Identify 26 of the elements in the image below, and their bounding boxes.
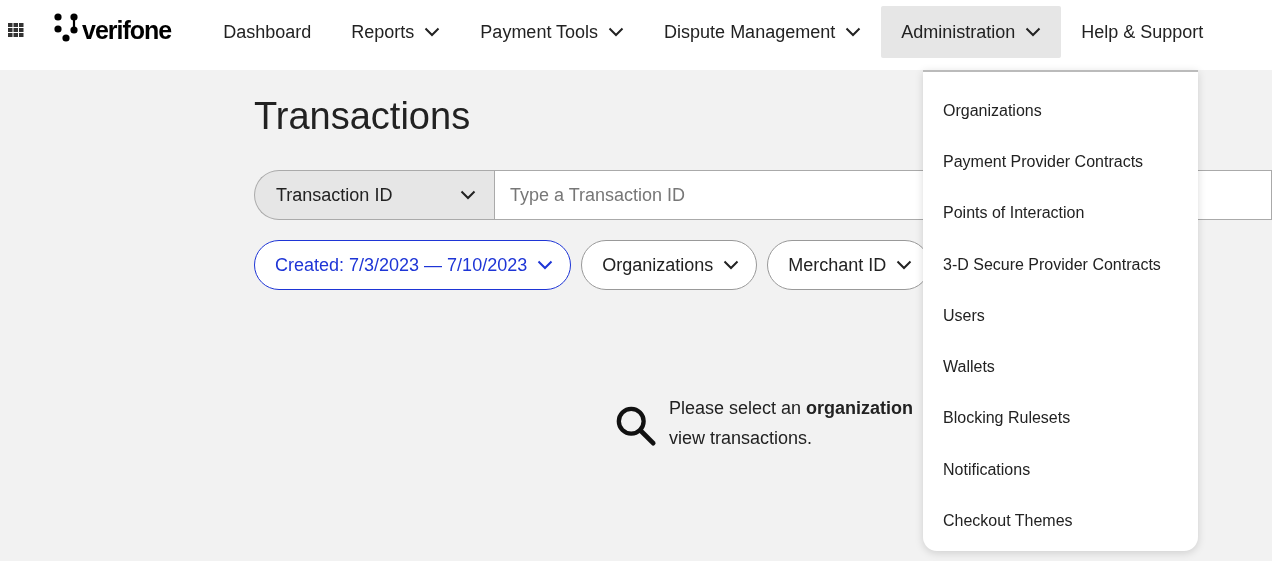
filter-chip[interactable]: Created: 7/3/2023 — 7/10/2023 — [254, 240, 572, 290]
app-grid-icon[interactable] — [8, 23, 24, 37]
logo-dots-icon — [54, 13, 80, 43]
menu-item[interactable]: Organizations — [923, 85, 1062, 137]
menu-item[interactable]: Wallets — [923, 341, 1015, 393]
empty-state-message: view transactions. — [669, 427, 813, 450]
nav-menu-item[interactable]: Reports — [331, 6, 461, 58]
menu-item[interactable]: Blocking Rulesets — [923, 392, 1091, 445]
search-icon — [615, 405, 657, 447]
chevron-down-icon — [537, 260, 554, 270]
menu-item[interactable]: Checkout Themes — [923, 495, 1093, 547]
nav-menu-item[interactable]: Help & Support — [1061, 6, 1224, 58]
nav-menu-item[interactable]: Dashboard — [209, 6, 332, 58]
menu-item[interactable]: Notifications — [923, 444, 1051, 496]
empty-state-message: Please select an organization — [669, 397, 914, 420]
menu-item[interactable]: Users — [923, 290, 1005, 342]
nav-menu-item[interactable]: Payment Tools — [460, 6, 645, 58]
filter-chip[interactable]: Organizations — [581, 240, 758, 290]
search-type-dropdown[interactable]: Transaction ID — [254, 170, 494, 220]
nav-menu-item[interactable]: Dispute Management — [644, 6, 882, 58]
chevron-down-icon — [460, 190, 476, 200]
chevron-down-icon — [896, 260, 913, 270]
nav-menu-item[interactable]: Administration — [881, 6, 1062, 58]
page-title: Transactions — [254, 94, 471, 139]
chevron-down-icon — [723, 260, 740, 270]
logo-wordmark[interactable]: verifone — [82, 18, 172, 43]
